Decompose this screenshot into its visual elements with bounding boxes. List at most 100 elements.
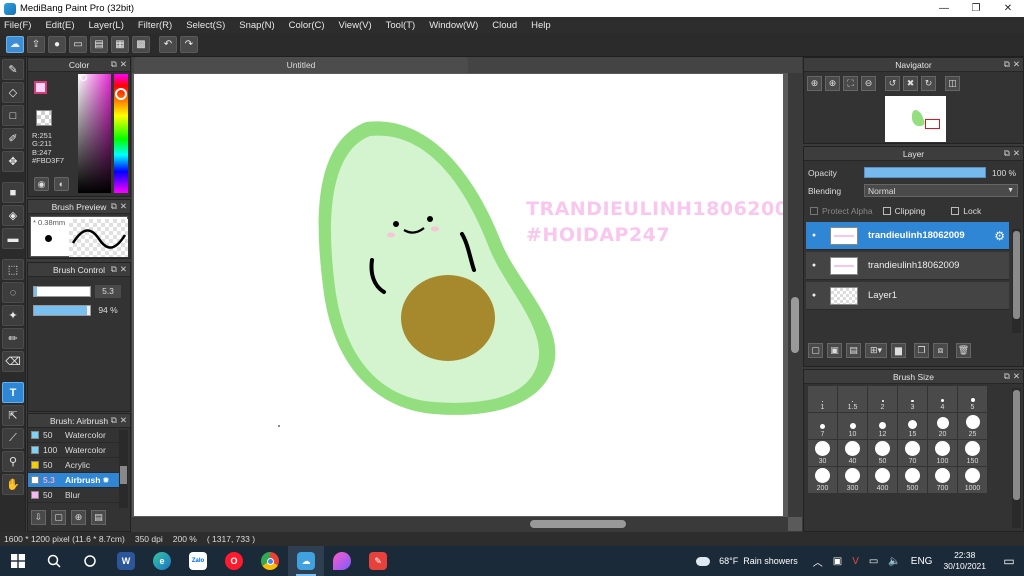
brush-size-preset[interactable]: 50 bbox=[868, 440, 897, 466]
paint-app-icon[interactable] bbox=[324, 546, 360, 576]
duplicate-layer-icon[interactable]: ❐ bbox=[914, 343, 929, 358]
visibility-eye-icon[interactable]: ● bbox=[806, 292, 822, 299]
gradient-tool-icon[interactable]: ▬ bbox=[2, 228, 24, 249]
brush-size-preset[interactable]: 3 bbox=[898, 386, 927, 412]
cloud-icon[interactable]: ☁ bbox=[6, 36, 24, 53]
sv-picker-cursor[interactable] bbox=[80, 74, 87, 81]
popout-icon[interactable]: ⧉ bbox=[1004, 371, 1010, 382]
brush-list-scrollbar[interactable] bbox=[119, 430, 128, 508]
layer-list-scrollbar[interactable] bbox=[1012, 229, 1021, 333]
select-pen-icon[interactable]: ✏ bbox=[2, 328, 24, 349]
popout-icon[interactable]: ⧉ bbox=[1004, 148, 1010, 159]
menu-view[interactable]: View(V) bbox=[339, 20, 372, 31]
brush-list-item[interactable]: 100 Watercolor bbox=[28, 443, 120, 458]
close-icon[interactable]: ✕ bbox=[1013, 59, 1020, 70]
search-icon[interactable] bbox=[36, 546, 72, 576]
brush-size-preset[interactable]: 200 bbox=[808, 467, 837, 493]
layer-row[interactable]: ● trandieulinh18062009 ⚙ bbox=[806, 222, 1009, 250]
rotate-right-icon[interactable]: ↻ bbox=[921, 76, 936, 91]
notification-icon[interactable]: ▭ bbox=[994, 554, 1024, 568]
new-layer-icon[interactable]: ▢ bbox=[808, 343, 823, 358]
layer-settings-gear-icon[interactable]: ⚙ bbox=[994, 229, 1005, 243]
color-history-icon[interactable]: ◐ bbox=[54, 177, 69, 191]
protect-alpha-checkbox[interactable]: Protect Alpha bbox=[810, 206, 873, 216]
brush-list-item[interactable]: 50 Watercolor bbox=[28, 428, 120, 443]
canvas-vertical-scrollbar[interactable] bbox=[788, 73, 802, 517]
foreground-color-swatch[interactable] bbox=[34, 81, 47, 94]
dot-tool-icon[interactable]: □ bbox=[2, 105, 24, 126]
eyedropper-icon[interactable]: ⚲ bbox=[2, 451, 24, 472]
menu-filter[interactable]: Filter(R) bbox=[138, 20, 172, 31]
undo-icon[interactable]: ↶ bbox=[159, 36, 177, 53]
brush-size-preset[interactable]: 700 bbox=[928, 467, 957, 493]
rotate-left-icon[interactable]: ↺ bbox=[885, 76, 900, 91]
brush-size-preset[interactable]: 30 bbox=[808, 440, 837, 466]
eraser-tool-icon[interactable]: ◇ bbox=[2, 82, 24, 103]
new-halftone-layer-icon[interactable]: ▣ bbox=[827, 343, 842, 358]
comment-icon[interactable]: ▭ bbox=[69, 36, 87, 53]
language-indicator[interactable]: ENG bbox=[911, 556, 933, 567]
visibility-eye-icon[interactable]: ● bbox=[806, 262, 822, 269]
word-app-icon[interactable]: W bbox=[108, 546, 144, 576]
brush-settings-icon[interactable]: ▤ bbox=[91, 510, 106, 525]
tray-app-icon[interactable]: ▣ bbox=[833, 556, 842, 567]
zalo-app-icon[interactable]: Zalo bbox=[180, 546, 216, 576]
menu-cloud[interactable]: Cloud bbox=[492, 20, 517, 31]
select-eraser-icon[interactable]: ⌫ bbox=[2, 351, 24, 372]
brush-size-preset[interactable]: 1000 bbox=[958, 467, 987, 493]
brush-size-preset[interactable]: 7 bbox=[808, 413, 837, 439]
task-view-icon[interactable] bbox=[72, 546, 108, 576]
weather-widget[interactable]: 68°F Rain showers bbox=[696, 554, 798, 568]
operation-tool-icon[interactable]: ⇱ bbox=[2, 405, 24, 426]
canvas-area[interactable]: TRANDIEULINH18062009 #HOIDAP247 bbox=[132, 73, 802, 531]
brush-size-slider[interactable] bbox=[33, 286, 91, 297]
visibility-eye-icon[interactable]: ● bbox=[806, 232, 822, 239]
menu-select[interactable]: Select(S) bbox=[186, 20, 225, 31]
brush-size-preset[interactable]: 5 bbox=[958, 386, 987, 412]
pen-tool-icon[interactable]: ✐ bbox=[2, 128, 24, 149]
popout-icon[interactable]: ⧉ bbox=[111, 264, 117, 275]
popout-icon[interactable]: ⧉ bbox=[111, 59, 117, 70]
menu-file[interactable]: File(F) bbox=[4, 20, 31, 31]
brush-list-item[interactable]: 5.3 Airbrush ✹ bbox=[28, 473, 120, 488]
flip-horizontal-icon[interactable]: ◫ bbox=[945, 76, 960, 91]
brush-list-item[interactable]: 50 Acrylic bbox=[28, 458, 120, 473]
battery-icon[interactable]: ▭ bbox=[869, 556, 878, 567]
menu-snap[interactable]: Snap(N) bbox=[239, 20, 274, 31]
brush-size-preset[interactable]: 40 bbox=[838, 440, 867, 466]
ibis-paint-icon[interactable]: ✎ bbox=[360, 546, 396, 576]
transparent-color-swatch[interactable] bbox=[36, 110, 52, 126]
edge-browser-icon[interactable]: e bbox=[144, 546, 180, 576]
brush-size-scrollbar[interactable] bbox=[1012, 388, 1021, 528]
zoom-in-alt-icon[interactable]: ⊕ bbox=[825, 76, 840, 91]
drawing-canvas[interactable]: TRANDIEULINH18062009 #HOIDAP247 bbox=[134, 74, 783, 516]
brush-size-preset[interactable]: 20 bbox=[928, 413, 957, 439]
zoom-out-icon[interactable]: ⊖ bbox=[861, 76, 876, 91]
maximize-button[interactable]: ❐ bbox=[960, 0, 992, 17]
redo-icon[interactable]: ↷ bbox=[180, 36, 198, 53]
folder-icon[interactable]: ▆ bbox=[891, 343, 906, 358]
hue-slider-handle[interactable] bbox=[115, 88, 127, 100]
close-icon[interactable]: ✕ bbox=[1013, 148, 1020, 159]
brush-opacity-slider[interactable] bbox=[33, 305, 91, 316]
layer-row[interactable]: ● Layer1 bbox=[806, 282, 1009, 310]
menu-window[interactable]: Window(W) bbox=[429, 20, 478, 31]
minimize-button[interactable]: — bbox=[928, 0, 960, 17]
close-button[interactable]: ✕ bbox=[992, 0, 1024, 17]
brush-size-preset[interactable]: 15 bbox=[898, 413, 927, 439]
menu-color[interactable]: Color(C) bbox=[289, 20, 325, 31]
brush-size-preset[interactable]: 12 bbox=[868, 413, 897, 439]
brush-size-preset[interactable]: 400 bbox=[868, 467, 897, 493]
menu-layer[interactable]: Layer(L) bbox=[89, 20, 124, 31]
clipping-checkbox[interactable]: Clipping bbox=[882, 206, 925, 216]
brush-size-preset[interactable]: 1 bbox=[808, 386, 837, 412]
layer-opacity-slider[interactable] bbox=[864, 167, 986, 178]
merge-layer-icon[interactable]: ⧈ bbox=[933, 343, 948, 358]
brush-size-preset[interactable]: 2 bbox=[868, 386, 897, 412]
brush-size-preset[interactable]: 1.5 bbox=[838, 386, 867, 412]
add-layer-menu-icon[interactable]: ⊞▾ bbox=[865, 343, 887, 358]
speech-bubble-icon[interactable]: ● bbox=[48, 36, 66, 53]
brush-tool-icon[interactable]: ✎ bbox=[2, 59, 24, 80]
text-tool-icon[interactable]: T bbox=[2, 382, 24, 403]
close-icon[interactable]: ✕ bbox=[1013, 371, 1020, 382]
